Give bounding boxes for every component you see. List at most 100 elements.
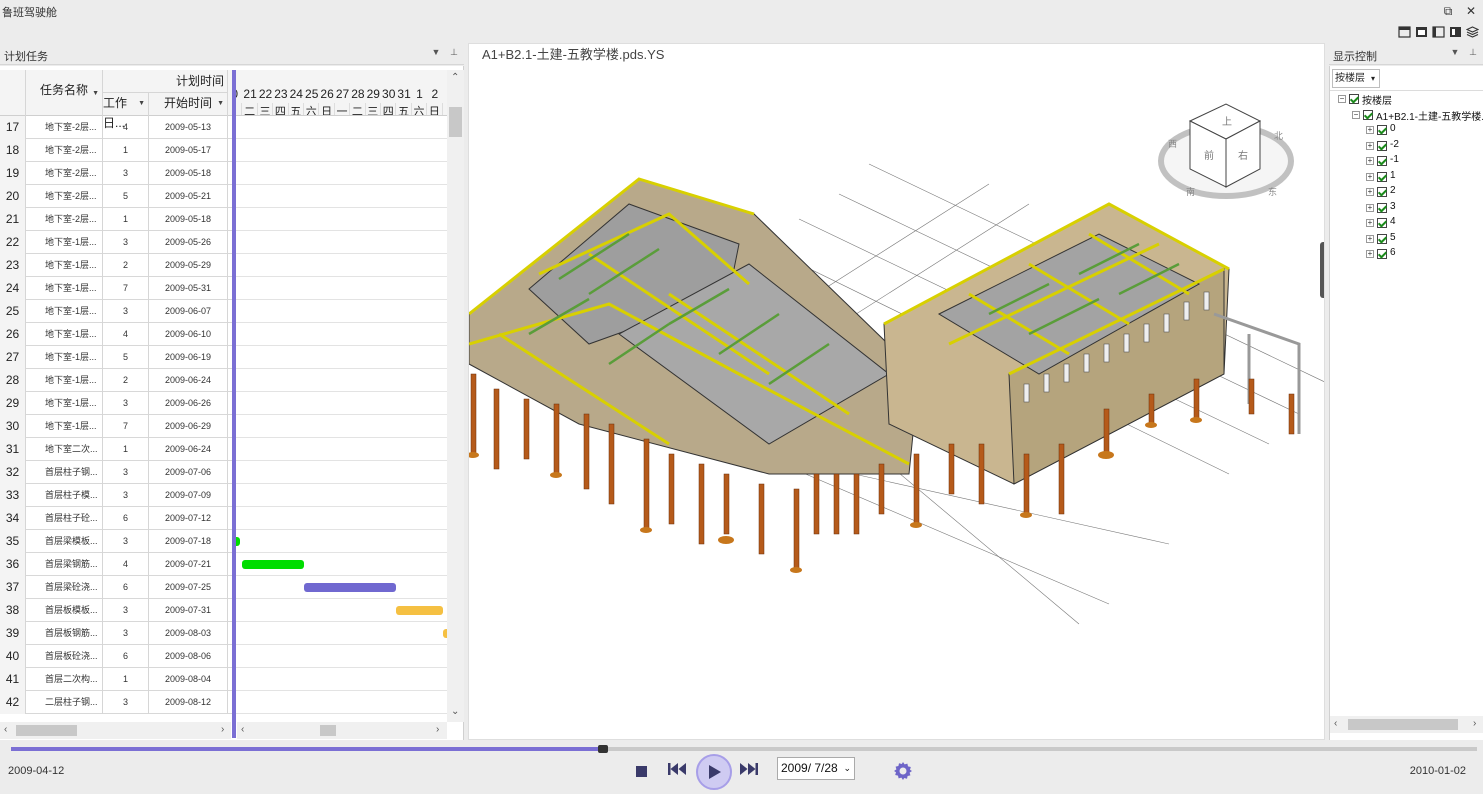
table-row[interactable]: 24 地下室-1层... 7 2009-05-31 — [0, 277, 233, 300]
scroll-left-icon[interactable]: ‹ — [241, 724, 244, 735]
tree-node[interactable]: − 按楼层 — [1330, 91, 1483, 107]
scroll-thumb[interactable] — [449, 107, 462, 137]
visibility-checkbox[interactable] — [1377, 249, 1387, 259]
table-row[interactable]: 35 首层梁模板... 3 2009-07-18 — [0, 530, 233, 553]
table-horizontal-scrollbar[interactable]: ‹ › — [0, 722, 231, 739]
gantt-horizontal-scrollbar[interactable]: ‹ › — [237, 722, 447, 739]
visibility-checkbox[interactable] — [1377, 171, 1387, 182]
compass-west-label[interactable]: 西 — [1168, 139, 1177, 149]
table-row[interactable]: 23 地下室-1层... 2 2009-05-29 — [0, 254, 233, 277]
tree-node[interactable]: +4 — [1330, 215, 1483, 231]
tree-node[interactable]: +3 — [1330, 200, 1483, 216]
table-row[interactable]: 22 地下室-1层... 3 2009-05-26 — [0, 231, 233, 254]
sort-desc-icon[interactable]: ▼ — [138, 94, 145, 114]
tree-node[interactable]: +0 — [1330, 122, 1483, 138]
tree-horizontal-scrollbar[interactable]: ‹ › — [1330, 716, 1483, 733]
scroll-left-icon[interactable]: ‹ — [1334, 718, 1337, 729]
task-name-header[interactable]: 任务名称 ▼ — [26, 70, 103, 116]
table-row[interactable]: 25 地下室-1层... 3 2009-06-07 — [0, 300, 233, 323]
pin-icon[interactable]: ⊥ — [1467, 47, 1479, 58]
current-date-picker[interactable]: 2009/ 7/28 ⌄ — [777, 757, 855, 780]
panel-dropdown-icon[interactable]: ▼ — [1449, 47, 1461, 57]
scroll-thumb[interactable] — [320, 725, 336, 736]
expand-icon[interactable]: + — [1366, 172, 1374, 181]
window-layout-4-icon[interactable] — [1448, 25, 1462, 39]
scroll-right-icon[interactable]: › — [1473, 718, 1476, 729]
window-layout-2-icon[interactable] — [1414, 25, 1428, 39]
visibility-checkbox[interactable] — [1363, 109, 1373, 120]
compass-east-label[interactable]: 东 — [1268, 186, 1277, 197]
tree-node[interactable]: +5 — [1330, 231, 1483, 247]
table-row[interactable]: 19 地下室-2层... 3 2009-05-18 — [0, 162, 233, 185]
table-row[interactable]: 40 首层板砼浇... 6 2009-08-06 — [0, 645, 233, 668]
collapse-icon[interactable]: − — [1352, 110, 1360, 119]
expand-icon[interactable]: + — [1366, 141, 1374, 150]
view-cube-top-label[interactable]: 上 — [1222, 116, 1232, 128]
expand-icon[interactable]: + — [1366, 126, 1374, 134]
gantt-task-bar[interactable] — [242, 560, 304, 569]
tree-node[interactable]: +1 — [1330, 169, 1483, 185]
view-cube-right-label[interactable]: 右 — [1238, 149, 1248, 162]
tree-node[interactable]: − A1+B2.1-土建-五教学楼.p — [1330, 107, 1483, 123]
side-handle[interactable] — [1320, 242, 1324, 298]
expand-icon[interactable]: + — [1366, 157, 1374, 165]
expand-icon[interactable]: + — [1366, 234, 1374, 243]
visibility-checkbox[interactable] — [1377, 156, 1387, 166]
table-row[interactable]: 36 首层梁钢筋... 4 2009-07-21 — [0, 553, 233, 576]
table-row[interactable]: 38 首层板模板... 3 2009-07-31 — [0, 599, 233, 622]
pin-icon[interactable]: ⊥ — [448, 47, 460, 58]
table-row[interactable]: 34 首层柱子砼... 6 2009-07-12 — [0, 507, 233, 530]
window-layout-3-icon[interactable] — [1431, 25, 1445, 39]
table-row[interactable]: 41 首层二次构... 1 2009-08-04 — [0, 668, 233, 691]
visibility-checkbox[interactable] — [1377, 202, 1387, 213]
next-button[interactable] — [739, 761, 759, 777]
expand-icon[interactable]: + — [1366, 203, 1374, 212]
layers-icon[interactable] — [1465, 25, 1479, 39]
scroll-right-icon[interactable]: › — [221, 724, 224, 735]
start-time-header[interactable]: 开始时间 ▼ — [149, 93, 228, 116]
visibility-checkbox[interactable] — [1377, 233, 1387, 244]
view-cube[interactable]: 上 前 右 西 北 东 南 — [1156, 99, 1296, 209]
table-row[interactable]: 32 首层柱子钢... 3 2009-07-06 — [0, 461, 233, 484]
table-row[interactable]: 21 地下室-2层... 1 2009-05-18 — [0, 208, 233, 231]
work-days-header[interactable]: 工作日... ▼ — [103, 93, 149, 130]
sort-icon[interactable]: ▼ — [217, 94, 224, 114]
compass-south-label[interactable]: 南 — [1186, 186, 1195, 197]
chevron-down-icon[interactable]: ▾ — [1371, 70, 1375, 87]
close-icon[interactable]: ✕ — [1463, 3, 1479, 19]
collapse-icon[interactable]: − — [1338, 95, 1346, 103]
table-row[interactable]: 29 地下室-1层... 3 2009-06-26 — [0, 392, 233, 415]
timeline-slider[interactable] — [11, 745, 1477, 753]
scroll-down-icon[interactable]: ⌄ — [451, 706, 459, 717]
stop-button[interactable] — [636, 766, 647, 777]
table-row[interactable]: 28 地下室-1层... 2 2009-06-24 — [0, 369, 233, 392]
sort-icon[interactable]: ▼ — [92, 74, 99, 114]
group-by-dropdown[interactable]: 按楼层 ▾ — [1332, 69, 1380, 88]
scroll-up-icon[interactable]: ⌃ — [451, 72, 459, 83]
tree-node[interactable]: + -2 — [1330, 138, 1483, 154]
expand-icon[interactable]: + — [1366, 250, 1374, 258]
tree-node[interactable]: +6 — [1330, 246, 1483, 262]
table-row[interactable]: 42 二层柱子钢... 3 2009-08-12 — [0, 691, 233, 714]
window-layout-1-icon[interactable] — [1397, 25, 1411, 39]
scroll-left-icon[interactable]: ‹ — [4, 724, 7, 735]
scroll-thumb[interactable] — [16, 725, 77, 736]
timeline-slider-handle[interactable] — [598, 745, 609, 753]
panel-dropdown-icon[interactable]: ▼ — [430, 47, 442, 57]
chevron-down-icon[interactable]: ⌄ — [843, 758, 851, 779]
model-viewport[interactable]: A1+B2.1-土建-五教学楼.pds.YS 上 前 右 西 北 东 南 — [468, 43, 1325, 740]
task-vertical-scrollbar[interactable]: ⌃ ⌄ — [447, 70, 464, 722]
table-row[interactable]: 17 地下室-2层... 4 2009-05-13 — [0, 116, 233, 139]
scroll-thumb[interactable] — [1348, 719, 1458, 730]
tree-node[interactable]: + -1 — [1330, 153, 1483, 169]
visibility-checkbox[interactable] — [1377, 140, 1387, 151]
table-row[interactable]: 31 地下室二次... 1 2009-06-24 — [0, 438, 233, 461]
play-button[interactable] — [696, 754, 732, 790]
table-row[interactable]: 39 首层板钢筋... 3 2009-08-03 — [0, 622, 233, 645]
expand-icon[interactable]: + — [1366, 219, 1374, 227]
settings-gear-icon[interactable] — [893, 761, 913, 781]
visibility-checkbox[interactable] — [1377, 218, 1387, 228]
table-row[interactable]: 37 首层梁砼浇... 6 2009-07-25 — [0, 576, 233, 599]
table-row[interactable]: 18 地下室-2层... 1 2009-05-17 — [0, 139, 233, 162]
expand-icon[interactable]: + — [1366, 188, 1374, 196]
